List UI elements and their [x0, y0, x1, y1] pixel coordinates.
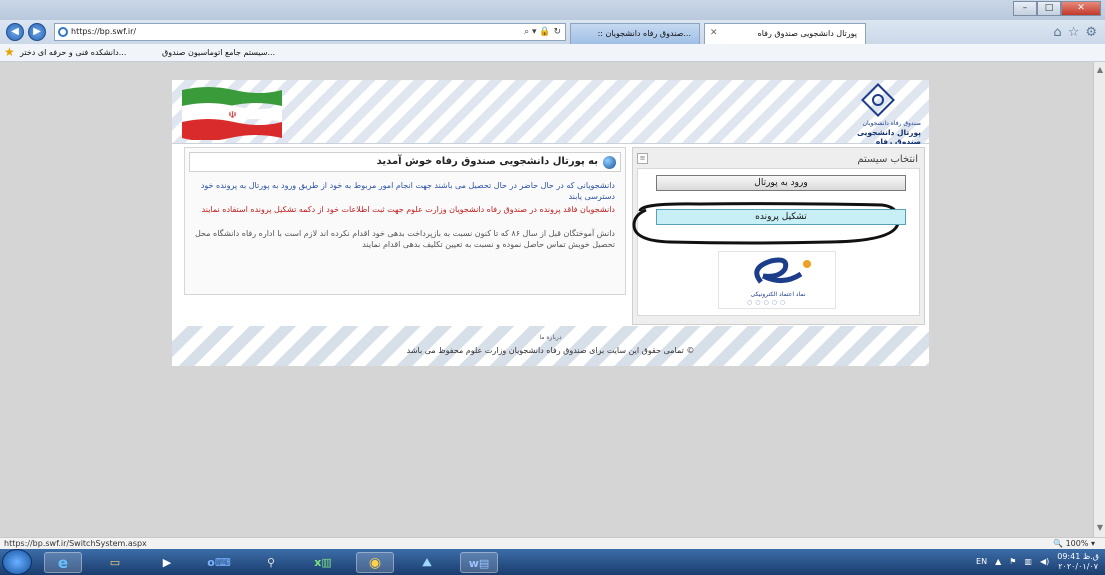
logo-emblem-icon [861, 83, 895, 117]
page-footer: درباره ما © تمامی حقوق این سایت برای صند… [172, 326, 929, 366]
tab-label: ...صندوق رفاه دانشجویان :: [597, 29, 691, 38]
flag-icon[interactable]: ⚑ [1009, 557, 1016, 567]
language-indicator[interactable]: EN [976, 557, 987, 567]
home-icon[interactable]: ⌂ [1053, 25, 1061, 40]
internet-explorer-icon[interactable]: e [44, 552, 82, 573]
browser-statusbar: https://bp.swf.ir/SwitchSystem.aspx 🔍 10… [0, 537, 1105, 549]
favorite-item[interactable]: ...سیستم جامع اتوماسیون صندوق [162, 46, 275, 59]
media-player-icon[interactable]: ▶ [148, 552, 186, 573]
file-explorer-icon[interactable]: ▭ [96, 552, 134, 573]
window-titlebar: – □ ✕ [0, 0, 1105, 20]
panel-title: انتخاب سیستم [857, 154, 918, 165]
favorites-bar: ★ ...دانشکده فنی و حرفه ای دختر ...سیستم… [0, 44, 1105, 62]
svg-text:☫: ☫ [228, 110, 237, 121]
network-tool-icon[interactable]: ⚲ [252, 552, 290, 573]
address-tools: ⌕ ▾ 🔒 ↻ [524, 27, 561, 37]
tab-inactive[interactable]: ...صندوق رفاه دانشجویان :: [570, 23, 700, 44]
back-button[interactable]: ◀ [6, 23, 24, 41]
welcome-panel: به پورتال دانشجویی صندوق رفاه خوش آمدید … [184, 147, 626, 295]
system-select-body: ورود به پورتال تشکیل پرونده نماد اعتماد … [632, 168, 920, 316]
network-icon[interactable]: ▥ [1024, 557, 1032, 567]
close-button[interactable]: ✕ [1061, 1, 1101, 16]
browser-tools: ⌂ ☆ ⚙ [1053, 25, 1097, 40]
panel-collapse-icon[interactable]: ≡ [637, 153, 648, 164]
gear-icon[interactable]: ⚙ [1085, 25, 1097, 40]
scroll-up-icon[interactable]: ▲ [1094, 64, 1105, 76]
info-paragraph-current-students: دانشجویانی که در حال حاضر در حال تحصیل م… [200, 181, 615, 201]
window-controls: – □ ✕ [1013, 1, 1101, 16]
tray-arrow-icon[interactable]: ▲ [995, 557, 1001, 567]
clock-date: ۲۰۲۰/۰۱/۰۷ [1058, 562, 1098, 571]
globe-icon [603, 156, 616, 169]
browser-toolbar: ◀ ▶ https://bp.swf.ir/ ⌕ ▾ 🔒 ↻ ...صندوق … [0, 20, 1105, 44]
maximize-button[interactable]: □ [1037, 1, 1061, 16]
tab-label: پورتال دانشجویی صندوق رفاه [757, 29, 857, 38]
enamad-rating-stars: ○○○○○ [747, 299, 789, 306]
address-url: https://bp.swf.ir/ [71, 27, 137, 36]
volume-icon[interactable]: ◀) [1040, 557, 1049, 567]
site-icon [58, 27, 68, 37]
status-url: https://bp.swf.ir/SwitchSystem.aspx [4, 539, 147, 548]
portal-page: ☫ صندوق رفاه دانشجویان پورتال دانشجویی ص… [172, 80, 929, 366]
info-paragraph-new-students: دانشجویان فاقد پرونده در صندوق رفاه دانش… [201, 205, 615, 214]
clock[interactable]: 09:41 ق.ظ ۲۰۲۰/۰۱/۰۷ [1057, 552, 1099, 572]
minimize-button[interactable]: – [1013, 1, 1037, 16]
tab-close-icon[interactable]: ✕ [710, 24, 718, 43]
clock-time: 09:41 ق.ظ [1057, 552, 1099, 561]
welcome-header: به پورتال دانشجویی صندوق رفاه خوش آمدید [189, 152, 621, 172]
copyright-text: © تمامی حقوق این سایت برای صندوق رفاه دا… [406, 346, 695, 355]
favorite-item[interactable]: ...دانشکده فنی و حرفه ای دختر [20, 46, 126, 59]
windows-taskbar: e ▭ ▶ o⌨ ⚲ x▥ ◉ ⛰ w▤ EN ▲ ⚑ ▥ ◀) 09:41 ق… [0, 549, 1105, 575]
system-select-panel: ≡ انتخاب سیستم ورود به پورتال تشکیل پرون… [632, 147, 925, 325]
excel-icon[interactable]: x▥ [304, 552, 342, 573]
enamad-logo-icon [754, 257, 811, 284]
scroll-down-icon[interactable]: ▼ [1094, 522, 1105, 534]
lock-icon[interactable]: 🔒 [539, 27, 550, 37]
enamad-text: نماد اعتماد الکترونیکی [750, 291, 806, 298]
favorites-star-icon[interactable]: ☆ [1068, 25, 1080, 40]
portal-logo: صندوق رفاه دانشجویان پورتال دانشجویی صند… [835, 83, 921, 146]
page-header: ☫ صندوق رفاه دانشجویان پورتال دانشجویی ص… [172, 80, 929, 146]
outlook-icon[interactable]: o⌨ [200, 552, 238, 573]
zoom-level[interactable]: 🔍 100% ▾ [1053, 538, 1095, 549]
refresh-icon[interactable]: ↻ [553, 27, 561, 37]
chrome-icon[interactable]: ◉ [356, 552, 394, 573]
word-icon[interactable]: w▤ [460, 552, 498, 573]
portal-login-button[interactable]: ورود به پورتال [656, 175, 906, 191]
logo-subtitle: صندوق رفاه دانشجویان [862, 120, 921, 127]
iran-flag-image: ☫ [182, 87, 282, 140]
info-paragraph-graduates: دانش آموختگان قبل از سال ۸۶ که تا کنون ن… [194, 229, 615, 249]
favorites-star-icon[interactable]: ★ [4, 45, 15, 59]
create-file-button[interactable]: تشکیل پرونده [656, 209, 906, 225]
welcome-title: به پورتال دانشجویی صندوق رفاه خوش آمدید [376, 156, 598, 167]
start-button[interactable] [2, 549, 32, 575]
about-link[interactable]: درباره ما [172, 334, 929, 341]
address-bar[interactable]: https://bp.swf.ir/ ⌕ ▾ 🔒 ↻ [54, 23, 566, 41]
photos-icon[interactable]: ⛰ [408, 552, 446, 573]
enamad-badge[interactable]: نماد اعتماد الکترونیکی ○○○○○ [718, 251, 836, 309]
system-tray: EN ▲ ⚑ ▥ ◀) 09:41 ق.ظ ۲۰۲۰/۰۱/۰۷ [976, 552, 1099, 572]
search-icon[interactable]: ⌕ [524, 27, 529, 37]
forward-button[interactable]: ▶ [28, 23, 46, 41]
tab-active[interactable]: ✕ پورتال دانشجویی صندوق رفاه [704, 23, 866, 44]
zoom-value: 100% [1065, 539, 1089, 548]
vertical-scrollbar[interactable]: ▲ ▼ [1093, 62, 1105, 537]
